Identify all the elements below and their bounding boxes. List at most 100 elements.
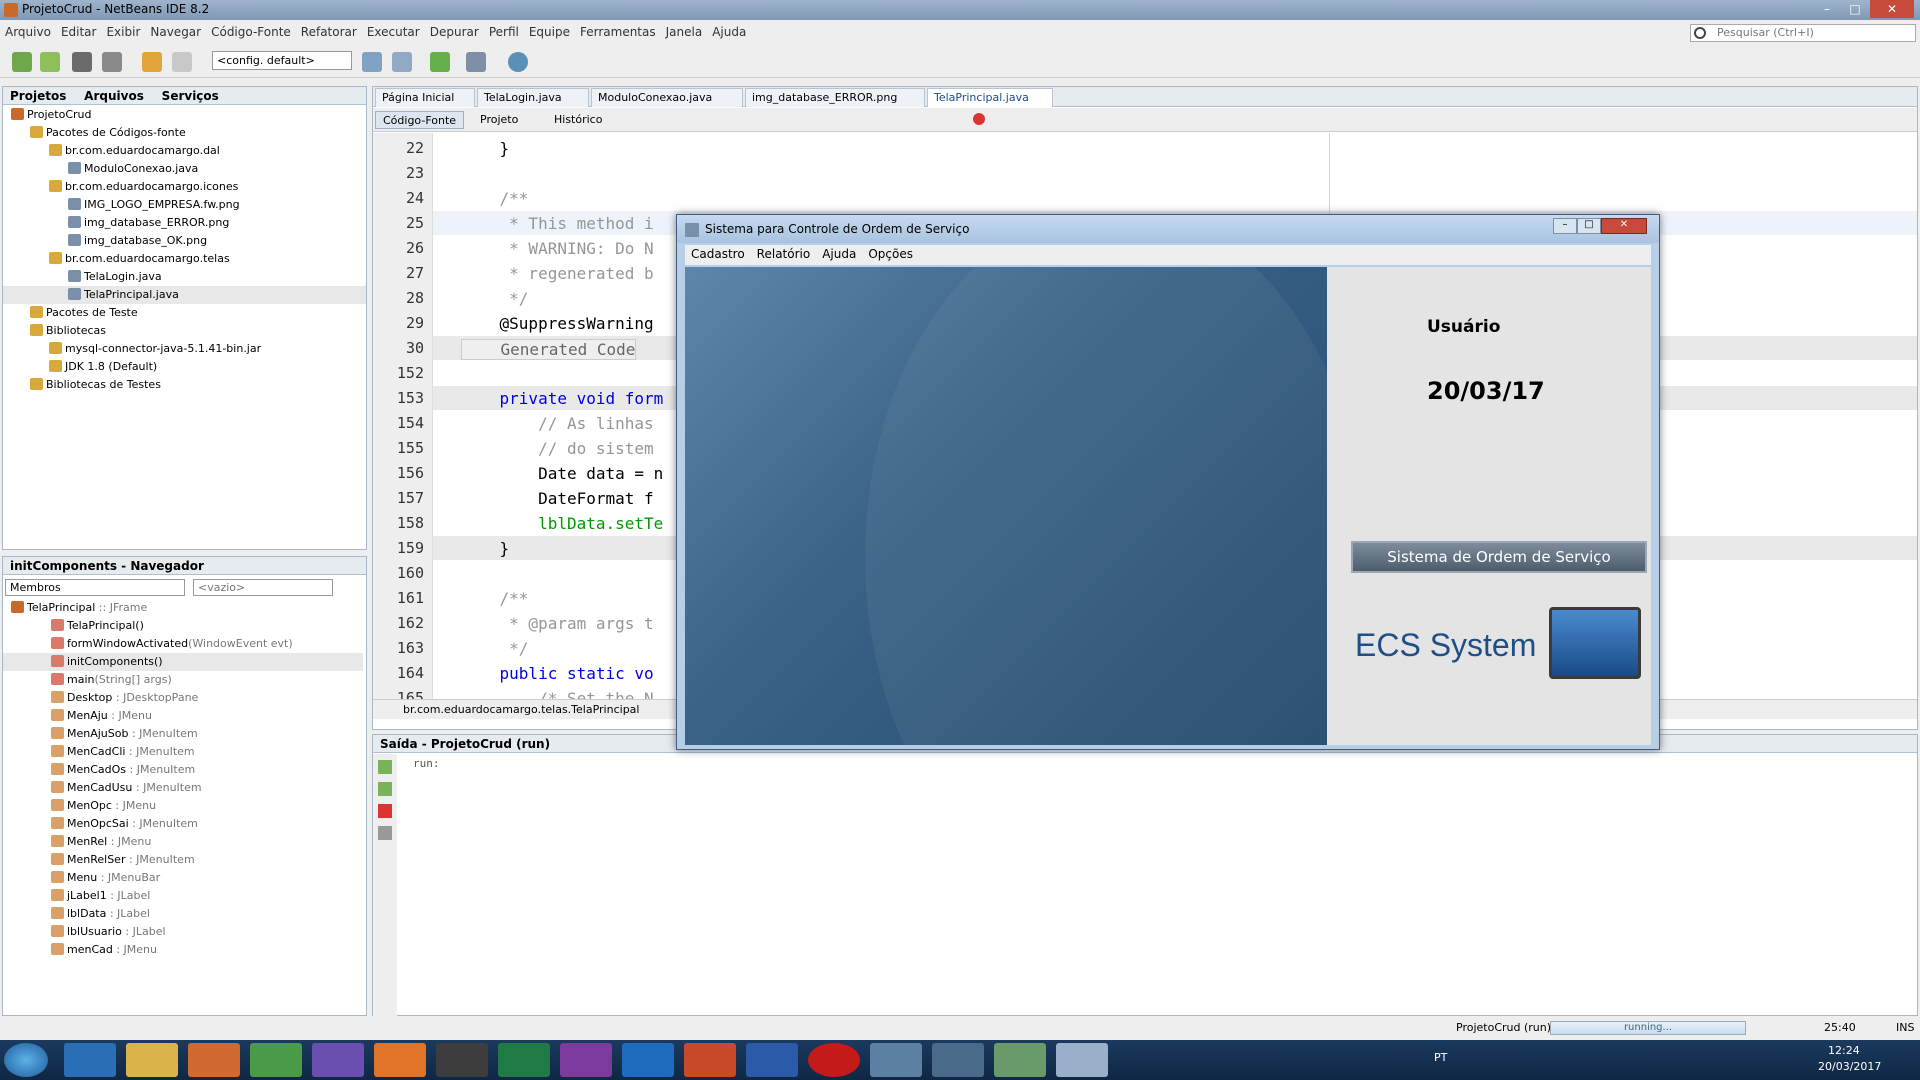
menu-ferramentas[interactable]: Ferramentas — [575, 22, 661, 42]
new-file-icon[interactable] — [12, 52, 32, 72]
menu-dialog-ajuda[interactable]: Ajuda — [816, 245, 862, 263]
dialog-minimize-icon[interactable]: – — [1553, 218, 1577, 234]
tab-arquivos[interactable]: Arquivos — [77, 87, 151, 105]
minimize-icon[interactable]: – — [1814, 0, 1840, 18]
menu-cadastro[interactable]: Cadastro — [685, 245, 751, 263]
tab-telalogin[interactable]: TelaLogin.java — [477, 88, 589, 107]
menu-janela[interactable]: Janela — [661, 22, 708, 42]
debug-icon[interactable] — [466, 52, 486, 72]
window-titlebar[interactable]: ProjetoCrud - NetBeans IDE 8.2 – □ ✕ — [0, 0, 1920, 20]
project-tree-item[interactable]: TelaLogin.java — [3, 268, 366, 286]
excel-icon[interactable] — [498, 1043, 550, 1077]
code-line[interactable]: */ — [461, 289, 528, 308]
code-line[interactable]: * regenerated b — [461, 264, 654, 283]
project-tree-item[interactable]: Bibliotecas de Testes — [3, 376, 366, 394]
system-button[interactable]: Sistema de Ordem de Serviço — [1351, 541, 1647, 573]
clean-build-icon[interactable] — [392, 52, 412, 72]
netbeans-taskbar-icon[interactable] — [932, 1043, 984, 1077]
java-icon[interactable] — [1056, 1043, 1108, 1077]
navigator-item[interactable]: MenOpcSai : JMenuItem — [3, 815, 363, 833]
navigator-item[interactable]: formWindowActivated(WindowEvent evt) — [3, 635, 363, 653]
menu-depurar[interactable]: Depurar — [425, 22, 484, 42]
navigator-item[interactable]: MenOpc : JMenu — [3, 797, 363, 815]
menu-equipe[interactable]: Equipe — [524, 22, 575, 42]
ie-icon[interactable] — [64, 1043, 116, 1077]
rerun-icon[interactable] — [378, 760, 392, 774]
code-line[interactable]: DateFormat f — [461, 489, 654, 508]
menu-codigo-fonte[interactable]: Código-Fonte — [206, 22, 296, 42]
start-button[interactable] — [4, 1043, 48, 1077]
new-project-icon[interactable] — [40, 52, 60, 72]
code-line[interactable]: // As linhas — [461, 414, 654, 433]
run-icon[interactable] — [430, 52, 450, 72]
menu-navegar[interactable]: Navegar — [145, 22, 206, 42]
tab-projetos[interactable]: Projetos — [3, 87, 73, 105]
view-source-button[interactable]: Código-Fonte — [375, 111, 465, 129]
project-tree-item[interactable]: Pacotes de Teste — [3, 304, 366, 322]
navigator-item[interactable]: jLabel1 : JLabel — [3, 887, 363, 905]
navigator-title[interactable]: initComponents - Navegador — [3, 557, 211, 575]
clock-date[interactable]: 20/03/2017 — [1818, 1060, 1881, 1073]
code-line[interactable]: Date data = n — [461, 464, 663, 483]
firefox-icon[interactable] — [374, 1043, 426, 1077]
profile-icon[interactable] — [508, 52, 528, 72]
view-history-button[interactable]: Histórico — [547, 111, 609, 129]
output-title[interactable]: Saída - ProjetoCrud (run) — [373, 735, 557, 753]
code-line[interactable]: /* Set the N — [461, 689, 654, 699]
project-tree-item[interactable]: mysql-connector-java-5.1.41-bin.jar — [3, 340, 366, 358]
tab-pagina-inicial[interactable]: Página Inicial — [375, 88, 475, 107]
project-tree-item[interactable]: TelaPrincipal.java — [3, 286, 366, 304]
project-tree-item[interactable]: img_database_OK.png — [3, 232, 366, 250]
save-all-icon[interactable] — [102, 52, 122, 72]
project-tree-item[interactable]: ProjetoCrud — [3, 106, 366, 124]
navigator-item[interactable]: MenCadUsu : JMenuItem — [3, 779, 363, 797]
stop-icon[interactable] — [378, 804, 392, 818]
desktop-pane[interactable] — [685, 267, 1327, 745]
record-macro-icon[interactable] — [973, 113, 985, 125]
code-line[interactable]: /** — [461, 589, 529, 608]
navigator-item[interactable]: MenAjuSob : JMenuItem — [3, 725, 363, 743]
view-design-button[interactable]: Projeto — [473, 111, 525, 129]
code-line[interactable]: */ — [461, 639, 528, 658]
onenote-icon[interactable] — [560, 1043, 612, 1077]
code-line[interactable]: lblData.setTe — [461, 514, 663, 533]
menu-opcoes[interactable]: Opções — [862, 245, 919, 263]
menu-arquivo[interactable]: Arquivo — [0, 22, 56, 42]
settings-icon[interactable] — [378, 826, 392, 840]
code-line[interactable]: Generated Code — [461, 339, 637, 360]
project-tree-item[interactable]: img_database_ERROR.png — [3, 214, 366, 232]
tab-moduloconexao[interactable]: ModuloConexao.java — [591, 88, 743, 107]
navigator-item[interactable]: MenCadCli : JMenuItem — [3, 743, 363, 761]
code-line[interactable]: * @param args t — [461, 614, 654, 633]
tab-img-database-error[interactable]: img_database_ERROR.png — [745, 88, 925, 107]
maximize-icon[interactable]: □ — [1842, 0, 1868, 18]
code-line[interactable]: * This method i — [461, 214, 654, 233]
project-tree-item[interactable]: Pacotes de Códigos-fonte — [3, 124, 366, 142]
project-tree-item[interactable]: br.com.eduardocamargo.icones — [3, 178, 366, 196]
config-select[interactable]: <config. default> — [212, 51, 352, 70]
navigator-item[interactable]: MenRel : JMenu — [3, 833, 363, 851]
project-tree-item[interactable]: IMG_LOGO_EMPRESA.fw.png — [3, 196, 366, 214]
dialog-close-icon[interactable]: ✕ — [1601, 218, 1647, 234]
sublime-icon[interactable] — [436, 1043, 488, 1077]
clock-time[interactable]: 12:24 — [1828, 1044, 1860, 1057]
code-line[interactable]: } — [461, 539, 510, 558]
navigator-item[interactable]: lblData : JLabel — [3, 905, 363, 923]
language-indicator[interactable]: PT — [1434, 1051, 1447, 1064]
navigator-item[interactable]: MenRelSer : JMenuItem — [3, 851, 363, 869]
menu-editar[interactable]: Editar — [56, 22, 102, 42]
project-tree-item[interactable]: JDK 1.8 (Default) — [3, 358, 366, 376]
outlook-icon[interactable] — [622, 1043, 674, 1077]
members-select[interactable]: Membros — [5, 579, 185, 596]
dialog-maximize-icon[interactable]: □ — [1577, 218, 1601, 234]
media-player-icon[interactable] — [188, 1043, 240, 1077]
menu-perfil[interactable]: Perfil — [484, 22, 524, 42]
menu-ajuda[interactable]: Ajuda — [707, 22, 751, 42]
navigator-item[interactable]: Menu : JMenuBar — [3, 869, 363, 887]
empty-select[interactable]: <vazio> — [193, 579, 333, 596]
code-line[interactable]: // do sistem — [461, 439, 654, 458]
code-line[interactable]: private void form — [461, 389, 664, 408]
close-icon[interactable]: ✕ — [1870, 0, 1914, 18]
virtualbox-icon[interactable] — [870, 1043, 922, 1077]
chrome-icon[interactable] — [250, 1043, 302, 1077]
